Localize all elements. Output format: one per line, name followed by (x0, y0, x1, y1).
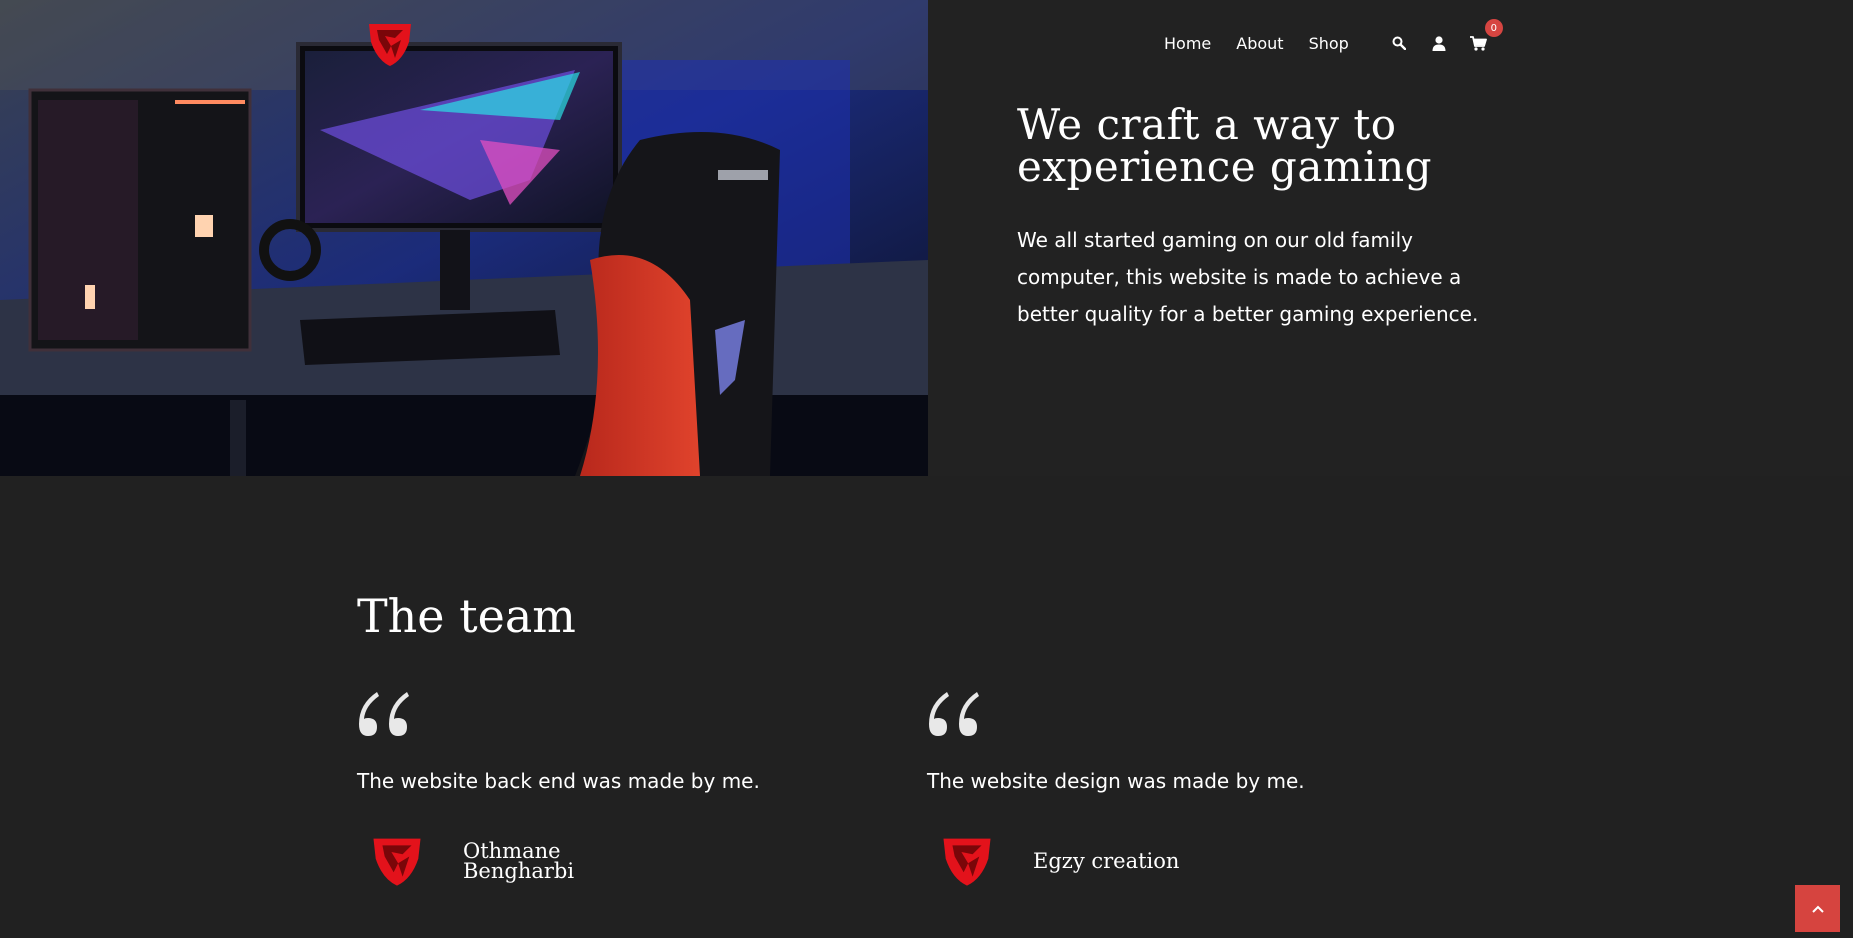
hero-title: We craft a way to experience gaming (1017, 100, 1433, 191)
chevron-up-icon (1811, 905, 1824, 913)
scroll-to-top-button[interactable] (1795, 885, 1840, 932)
team-member-name: Othmane Bengharbi (463, 839, 575, 883)
team-author: Egzy creation (927, 834, 1487, 888)
quote-icon (359, 692, 409, 736)
member-logo-icon (373, 838, 421, 886)
team-quote: The website design was made by me. (927, 769, 1305, 793)
hero-text: We all started gaming on our old family … (1017, 228, 1479, 326)
nav-link-home[interactable]: Home (1164, 34, 1211, 53)
cart-icon[interactable]: 0 (1469, 19, 1503, 53)
hero-image (0, 0, 928, 476)
nav-link-shop[interactable]: Shop (1309, 34, 1349, 53)
cart-count-badge: 0 (1484, 19, 1503, 37)
team-author: Othmane Bengharbi (357, 834, 917, 888)
quote-icon (929, 692, 979, 736)
logo-icon[interactable] (365, 20, 415, 68)
main-nav: Home About Shop 0 (1164, 19, 1509, 53)
search-icon[interactable] (1389, 33, 1409, 53)
team-member-name: Egzy creation (1033, 849, 1180, 873)
nav-link-about[interactable]: About (1236, 34, 1283, 53)
user-icon[interactable] (1429, 33, 1449, 53)
team-card: The website design was made by me. Egzy … (927, 690, 1487, 888)
team-quote: The website back end was made by me. (357, 769, 760, 793)
member-logo-icon (943, 838, 991, 886)
team-title: The team (357, 589, 576, 643)
team-card: The website back end was made by me. Oth… (357, 690, 917, 888)
hero-section: Home About Shop 0 We craft a way to expe… (0, 0, 1853, 476)
